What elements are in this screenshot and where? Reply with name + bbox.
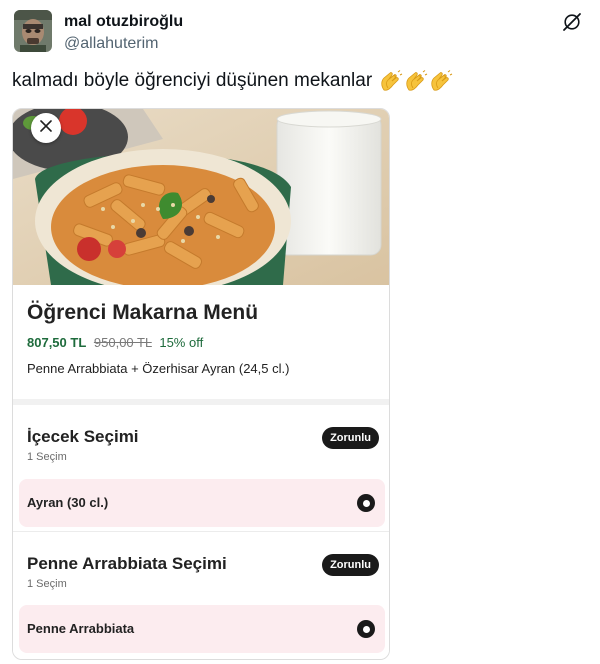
menu-title: Öğrenci Makarna Menü <box>27 301 259 324</box>
avatar[interactable] <box>14 10 52 52</box>
radio-selected-icon[interactable] <box>357 620 375 638</box>
old-price: 950,00 TL <box>93 335 152 350</box>
close-icon <box>40 119 52 137</box>
section-title: İçecek Seçimi <box>27 427 139 446</box>
option-label: Penne Arrabbiata <box>27 621 135 636</box>
close-button[interactable] <box>31 113 61 143</box>
display-name[interactable]: mal otuzbiroğlu <box>64 13 183 31</box>
option-penne-arrabbiata[interactable]: Penne Arrabbiata <box>19 605 385 653</box>
option-label: Ayran (30 cl.) <box>27 495 109 510</box>
section-title: Penne Arrabbiata Seçimi <box>27 554 227 573</box>
menu-description: Penne Arrabbiata + Özerhisar Ayran (24,5… <box>27 361 290 376</box>
pasta-selection-section: Penne Arrabbiata Seçimi 1 Seçim Zorunlu … <box>13 532 389 659</box>
price-row: 807,50 TL 950,00 TL 15% off <box>27 335 203 350</box>
tweet-text: kalmadı böyle öğrenciyi düşünen mekanlar <box>12 70 453 92</box>
option-ayran[interactable]: Ayran (30 cl.) <box>19 479 385 527</box>
clapping-hands-icon <box>379 70 403 92</box>
clapping-hands-icon <box>429 70 453 92</box>
tweet-header: mal otuzbiroğlu @allahuterim <box>14 10 586 56</box>
section-subtitle: 1 Seçim <box>27 578 67 590</box>
menu-info: Öğrenci Makarna Menü 807,50 TL 950,00 TL… <box>13 285 389 403</box>
section-subtitle: 1 Seçim <box>27 451 67 463</box>
required-badge: Zorunlu <box>322 554 379 576</box>
discount-label: 15% off <box>159 335 204 350</box>
clapping-hands-icon <box>404 70 428 92</box>
user-handle[interactable]: @allahuterim <box>64 35 159 53</box>
tweet-text-content: kalmadı böyle öğrenciyi düşünen mekanlar <box>12 70 373 91</box>
required-badge: Zorunlu <box>322 427 379 449</box>
menu-card: Öğrenci Makarna Menü 807,50 TL 950,00 TL… <box>12 108 390 660</box>
current-price: 807,50 TL <box>27 335 87 350</box>
radio-selected-icon[interactable] <box>357 494 375 512</box>
food-photo <box>13 109 389 285</box>
x-logo-icon[interactable] <box>562 12 582 32</box>
drink-selection-section: İçecek Seçimi 1 Seçim Zorunlu Ayran (30 … <box>13 405 389 531</box>
